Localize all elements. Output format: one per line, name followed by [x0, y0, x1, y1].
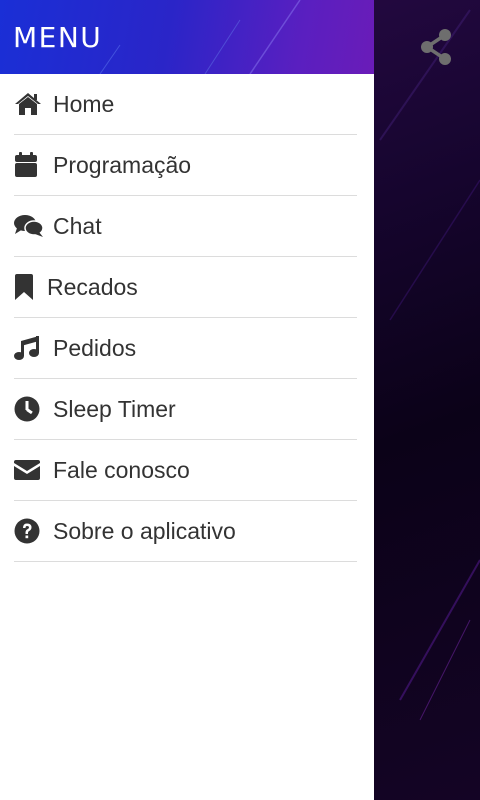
- calendar-icon: [14, 151, 44, 179]
- menu-item-label: Programação: [53, 151, 192, 178]
- menu-list: Home Programação Chat Recados Pedidos Sl…: [0, 74, 374, 562]
- question-icon: [14, 517, 44, 545]
- music-icon: [14, 334, 44, 362]
- bookmark-icon: [14, 273, 38, 301]
- envelope-icon: [14, 456, 44, 484]
- menu-item-programacao[interactable]: Programação: [14, 135, 357, 196]
- chat-icon: [14, 212, 44, 240]
- menu-item-pedidos[interactable]: Pedidos: [14, 318, 357, 379]
- menu-item-label: Pedidos: [53, 334, 137, 361]
- menu-item-recados[interactable]: Recados: [14, 257, 357, 318]
- clock-icon: [14, 395, 44, 423]
- menu-item-label: Sobre o aplicativo: [53, 517, 236, 544]
- home-icon: [14, 90, 44, 118]
- share-icon: [421, 29, 451, 65]
- menu-item-fale-conosco[interactable]: Fale conosco: [14, 440, 357, 501]
- menu-item-sobre[interactable]: Sobre o aplicativo: [14, 501, 357, 562]
- drawer-title: MENU: [13, 21, 103, 54]
- menu-item-label: Home: [53, 90, 115, 117]
- menu-item-label: Recados: [47, 273, 138, 300]
- menu-item-label: Chat: [53, 212, 102, 239]
- menu-item-label: Fale conosco: [53, 456, 190, 483]
- share-button[interactable]: [416, 24, 456, 70]
- drawer-header: MENU: [0, 0, 374, 74]
- menu-item-home[interactable]: Home: [14, 74, 357, 135]
- menu-item-sleep-timer[interactable]: Sleep Timer: [14, 379, 357, 440]
- app-screen: MENU Home Programação Chat Recados Pedid…: [0, 0, 480, 800]
- menu-item-label: Sleep Timer: [53, 395, 176, 422]
- menu-item-chat[interactable]: Chat: [14, 196, 357, 257]
- navigation-drawer: MENU Home Programação Chat Recados Pedid…: [0, 0, 374, 800]
